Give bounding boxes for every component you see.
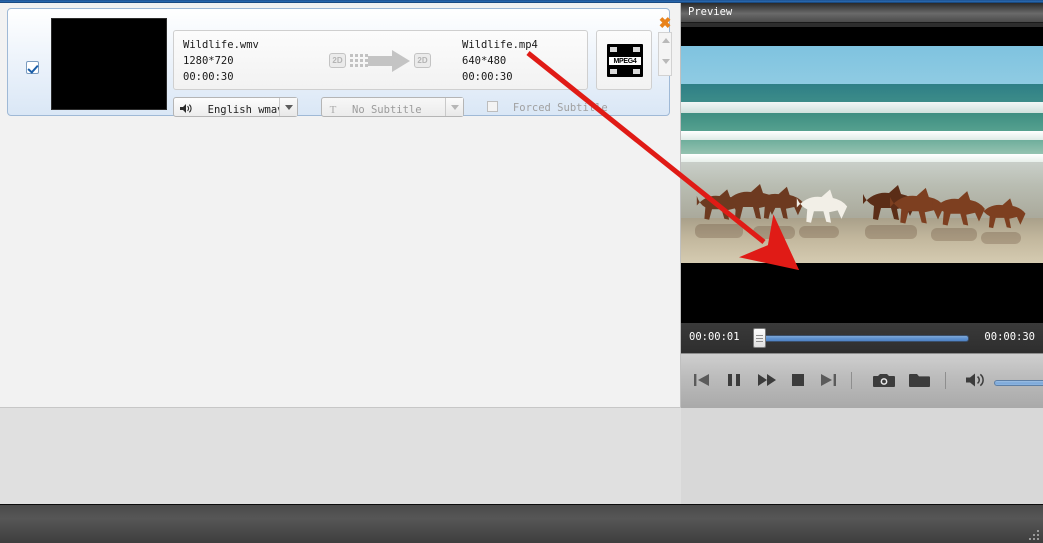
file-list: Wildlife.wmv 1280*720 00:00:30 2D 2D Wil… bbox=[7, 8, 672, 117]
source-duration: 00:00:30 bbox=[183, 71, 234, 83]
chevron-up-icon[interactable] bbox=[662, 38, 670, 43]
file-thumbnail[interactable] bbox=[51, 18, 167, 110]
file-list-pane: Wildlife.wmv 1280*720 00:00:30 2D 2D Wil… bbox=[0, 3, 681, 407]
next-button[interactable] bbox=[819, 372, 839, 390]
application-window: Wildlife.wmv 1280*720 00:00:30 2D 2D Wil… bbox=[0, 0, 1043, 543]
volume-slider[interactable] bbox=[994, 372, 1043, 394]
subtitle-dropdown-arrow-icon[interactable] bbox=[444, 97, 463, 116]
status-bar bbox=[0, 504, 1043, 543]
video-frame bbox=[681, 46, 1043, 263]
forced-subtitle-label: Forced Subtitle bbox=[512, 102, 608, 114]
scene-horses bbox=[695, 184, 1026, 244]
subtitle-track-dropdown[interactable]: T No Subtitle bbox=[320, 96, 464, 117]
output-2d-badge: 2D bbox=[414, 53, 431, 68]
preview-title-bar: Preview bbox=[681, 3, 1043, 23]
subtitle-track-label: No Subtitle bbox=[352, 103, 422, 116]
output-info: Wildlife.mp4 640*480 00:00:30 bbox=[462, 37, 538, 85]
source-file-name: Wildlife.wmv bbox=[183, 39, 259, 51]
subtitle-t-icon: T bbox=[329, 103, 337, 116]
total-time: 00:00:30 bbox=[984, 331, 1035, 343]
fast-forward-button[interactable] bbox=[757, 372, 777, 390]
forced-subtitle-checkbox[interactable] bbox=[487, 101, 499, 112]
move-updown-control[interactable] bbox=[658, 32, 672, 76]
output-file-name: Wildlife.mp4 bbox=[462, 39, 538, 51]
preview-pane: Preview 00:00:01 00:00:30 bbox=[681, 3, 1043, 504]
file-row-side-controls: ✖ bbox=[658, 16, 672, 79]
output-format-box[interactable]: MPEG4 bbox=[596, 30, 652, 90]
audio-track-label: English wmav bbox=[207, 103, 284, 116]
mpeg4-film-icon: MPEG4 bbox=[607, 44, 643, 77]
close-icon[interactable]: ✖ bbox=[658, 16, 672, 31]
seek-bar-row: 00:00:01 00:00:30 bbox=[681, 323, 1043, 353]
source-2d-badge: 2D bbox=[329, 53, 346, 68]
source-info: Wildlife.wmv 1280*720 00:00:30 bbox=[183, 37, 259, 85]
file-list-row[interactable]: Wildlife.wmv 1280*720 00:00:30 2D 2D Wil… bbox=[8, 9, 672, 117]
conversion-arrow-icon bbox=[350, 49, 410, 73]
preview-footer-area bbox=[681, 408, 1043, 504]
source-resolution: 1280*720 bbox=[183, 55, 234, 67]
volume-slider-track[interactable] bbox=[994, 380, 1043, 386]
preview-title: Preview bbox=[688, 6, 733, 18]
resize-grip-icon[interactable] bbox=[1029, 530, 1039, 540]
playback-controls bbox=[681, 353, 1043, 408]
file-info-box: Wildlife.wmv 1280*720 00:00:30 2D 2D Wil… bbox=[173, 30, 588, 90]
output-duration: 00:00:30 bbox=[462, 71, 513, 83]
open-folder-button[interactable] bbox=[909, 372, 930, 390]
video-display[interactable] bbox=[681, 27, 1043, 323]
volume-button[interactable] bbox=[965, 372, 987, 390]
chevron-down-icon[interactable] bbox=[662, 59, 670, 64]
audio-track-dropdown[interactable]: English wmav bbox=[173, 96, 298, 117]
seek-slider-thumb[interactable] bbox=[753, 328, 766, 348]
snapshot-button[interactable] bbox=[873, 372, 895, 390]
current-time: 00:00:01 bbox=[689, 331, 740, 343]
pause-button[interactable] bbox=[726, 372, 746, 390]
speaker-icon bbox=[180, 99, 192, 113]
output-resolution: 640*480 bbox=[462, 55, 507, 67]
seek-slider[interactable] bbox=[757, 335, 969, 342]
audio-dropdown-arrow-icon[interactable] bbox=[279, 97, 297, 116]
mpeg4-label: MPEG4 bbox=[608, 56, 642, 66]
previous-button[interactable] bbox=[693, 372, 713, 390]
stop-button[interactable] bbox=[791, 372, 811, 390]
track-controls-row: English wmav T No Subtitle Forced Subtit… bbox=[173, 96, 608, 117]
file-select-checkbox[interactable] bbox=[26, 61, 39, 74]
